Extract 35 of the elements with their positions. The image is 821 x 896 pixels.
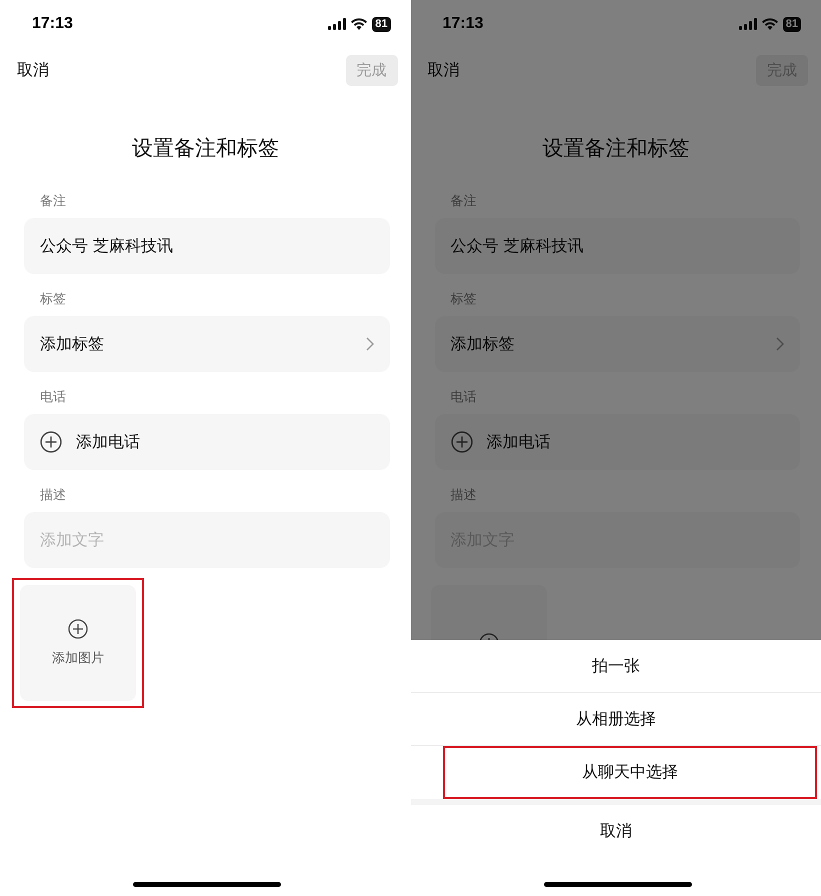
chevron-right-icon (366, 337, 374, 351)
page-title: 设置备注和标签 (130, 135, 280, 162)
plus-circle-icon (40, 431, 62, 453)
plus-circle-icon (68, 619, 88, 639)
tag-field[interactable]: 添加标签 (24, 316, 390, 372)
tag-field[interactable]: 添加标签 (434, 316, 800, 372)
sheet-option[interactable]: 拍一张 (410, 640, 821, 693)
battery-indicator: 81 (372, 16, 390, 32)
field-label: 标签 (39, 291, 67, 308)
phone-field[interactable]: 添加电话 (434, 414, 800, 470)
field-label: 描述 (450, 487, 478, 504)
page-title: 设置备注和标签 (541, 135, 690, 162)
sheet-option[interactable]: 从聊天中选择 (442, 746, 817, 799)
field-label: 备注 (39, 193, 67, 210)
status-time: 17:13 (442, 15, 484, 33)
remark-field[interactable]: 公众号 芝麻科技讯 (434, 218, 800, 274)
field-label: 备注 (450, 193, 478, 210)
cancel-button[interactable]: 取消 (428, 60, 460, 80)
remark-field[interactable]: 公众号 芝麻科技讯 (24, 218, 390, 274)
wifi-icon (762, 18, 778, 30)
status-time: 17:13 (32, 15, 73, 33)
field-label: 电话 (39, 389, 67, 406)
tile-label: 添加图片 (52, 650, 104, 667)
field-label: 电话 (450, 389, 478, 406)
field-label: 标签 (450, 291, 478, 308)
field-label: 描述 (39, 487, 67, 504)
phone-field[interactable]: 添加电话 (24, 414, 390, 470)
chevron-right-icon (776, 337, 784, 351)
battery-indicator: 81 (782, 16, 801, 32)
cancel-button[interactable]: 取消 (17, 60, 49, 80)
wifi-icon (351, 18, 368, 30)
add-photo-tile[interactable]: 添加图片 (20, 585, 136, 701)
plus-circle-icon (450, 431, 472, 453)
signal-icon (328, 18, 346, 30)
signal-icon (738, 18, 757, 30)
